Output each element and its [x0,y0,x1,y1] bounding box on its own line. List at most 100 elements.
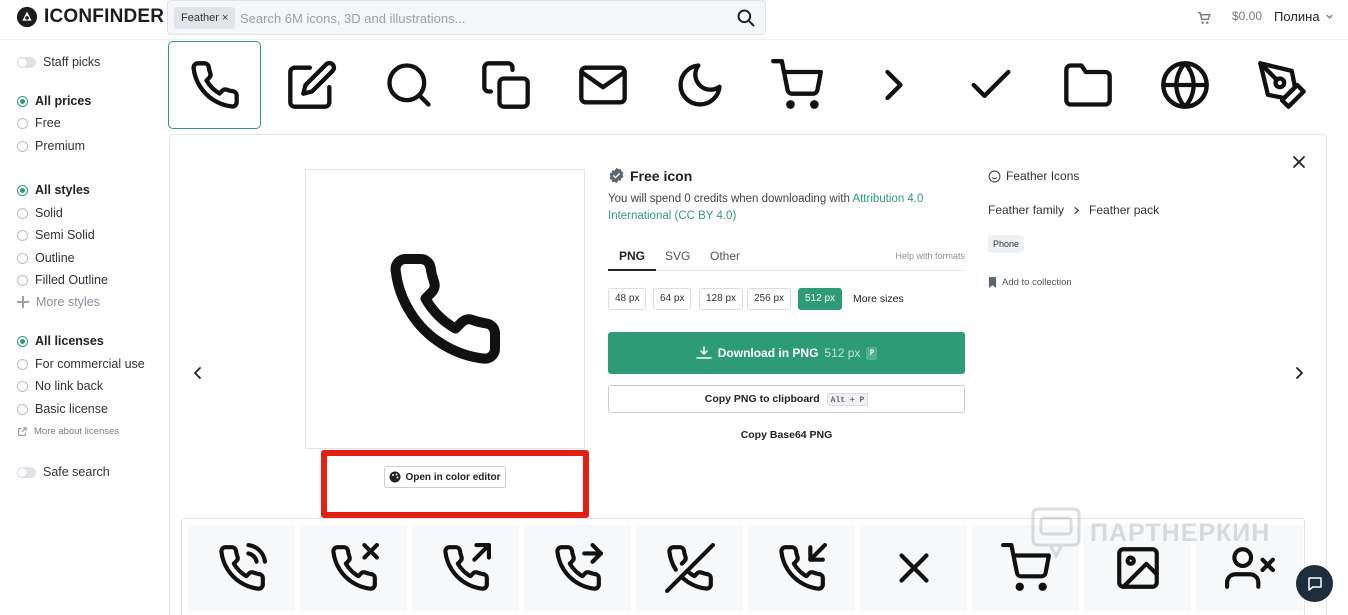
strip-check[interactable] [944,41,1037,129]
related-icon[interactable] [636,525,743,611]
search-icon[interactable] [736,8,756,28]
open-color-editor-button[interactable]: Open in color editor [384,466,506,488]
related-icon[interactable] [860,525,967,611]
chat-button[interactable] [1296,565,1333,602]
filter-outline[interactable]: Outline [17,251,75,265]
filter-no-link-back[interactable]: No link back [17,379,103,393]
more-styles-link[interactable]: More styles [17,295,100,309]
radio-button[interactable] [17,140,28,152]
filter-free[interactable]: Free [17,116,61,130]
filter-semi-solid[interactable]: Semi Solid [17,228,95,242]
size-64[interactable]: 64 px [653,288,692,310]
radio-button[interactable] [17,229,28,241]
breadcrumb-family[interactable]: Feather family [988,203,1064,217]
radio-button[interactable] [17,335,28,347]
radio-button[interactable] [17,207,28,219]
chevron-right-icon[interactable] [1291,365,1307,381]
search-filter-tag[interactable]: Feather × [174,7,236,29]
strip-cart[interactable] [750,41,843,129]
filter-commercial[interactable]: For commercial use [17,357,145,371]
tab-other[interactable]: Other [710,249,740,271]
copy-base64-button[interactable]: Copy Base64 PNG [608,429,965,441]
add-to-collection-link[interactable]: Add to collection [988,277,1288,288]
strip-globe[interactable] [1138,41,1231,129]
add-to-collection-label: Add to collection [1002,277,1072,288]
breadcrumb-pack[interactable]: Feather pack [1089,203,1159,217]
size-512[interactable]: 512 px [798,288,843,310]
logo[interactable]: ICONFINDER [16,6,164,28]
strip-edit[interactable] [265,41,358,129]
cart-icon[interactable] [1196,10,1212,26]
strip-mail[interactable] [556,41,649,129]
verified-badge-icon [609,167,624,184]
radio-button[interactable] [17,117,28,129]
strip-copy[interactable] [459,41,552,129]
filter-solid[interactable]: Solid [17,206,63,220]
chevron-right-icon [1074,206,1080,214]
filter-filled-outline[interactable]: Filled Outline [17,273,108,287]
filter-premium[interactable]: Premium [17,139,85,153]
tab-svg[interactable]: SVG [665,249,690,271]
filter-basic-license[interactable]: Basic license [17,402,108,416]
related-icon[interactable] [300,525,407,611]
phone-incoming-icon [778,543,827,591]
palette-icon [389,471,401,483]
related-icon[interactable] [412,525,519,611]
safe-search-toggle[interactable]: Safe search [17,465,110,479]
related-icon[interactable] [188,525,295,611]
download-label: Download in PNG [717,346,819,360]
radio-button[interactable] [17,380,28,392]
strip-phone[interactable] [168,41,261,129]
radio-button[interactable] [17,274,28,286]
size-256[interactable]: 256 px [747,288,792,310]
close-icon[interactable] [1291,154,1307,170]
help-formats-link[interactable]: Help with formats [895,251,965,261]
strip-folder[interactable] [1041,41,1134,129]
strip-pen-tool[interactable] [1235,41,1328,129]
icon-set-link[interactable]: Feather Icons [988,169,1288,183]
filter-label: All prices [35,94,92,108]
search-input[interactable] [240,7,720,29]
phone-icon [390,254,501,364]
icon-set-name: Feather Icons [1006,169,1080,183]
related-icon[interactable] [1084,525,1191,611]
staff-picks-toggle[interactable]: Staff picks [17,55,100,69]
phone-missed-icon [330,543,379,591]
user-menu[interactable]: Полина [1274,9,1334,24]
filter-all-prices[interactable]: All prices [17,94,91,108]
radio-button[interactable] [17,252,28,264]
strip-chevron[interactable] [847,41,940,129]
top-header: ICONFINDER Feather × $0.00 Полина [0,0,1348,40]
related-icon[interactable] [972,525,1079,611]
free-icon-title: Free icon [630,167,693,184]
download-png-button[interactable]: Download in PNG 512 px P [608,332,965,374]
strip-moon[interactable] [653,41,746,129]
icon-meta: Feather Icons Feather family Feather pac… [988,169,1288,288]
filter-all-styles[interactable]: All styles [17,183,90,197]
cart-total[interactable]: $0.00 [1232,9,1262,23]
tag-chip[interactable]: Phone [988,235,1025,253]
radio-button[interactable] [17,184,28,196]
chevron-left-icon[interactable] [190,365,206,381]
moon-icon [677,63,722,107]
copy-png-button[interactable]: Copy PNG to clipboard Alt + P [608,385,965,413]
filter-all-licenses[interactable]: All licenses [17,334,104,348]
related-icon[interactable] [1196,525,1303,611]
bookmark-icon [988,277,997,288]
check-icon [971,69,1010,98]
radio-button[interactable] [17,358,28,370]
user-name: Полина [1274,9,1320,24]
size-48[interactable]: 48 px [608,288,647,310]
radio-button[interactable] [17,403,28,415]
more-sizes-link[interactable]: More sizes [853,288,904,310]
toggle-switch[interactable] [17,466,36,478]
more-licenses-link[interactable]: More about licenses [17,426,119,437]
strip-search[interactable] [362,41,455,129]
tab-png[interactable]: PNG [608,249,657,271]
size-128[interactable]: 128 px [699,288,744,310]
radio-button[interactable] [17,95,28,107]
filter-label: All styles [35,183,90,197]
related-icon[interactable] [748,525,855,611]
toggle-switch[interactable] [17,56,36,68]
related-icon[interactable] [524,525,631,611]
